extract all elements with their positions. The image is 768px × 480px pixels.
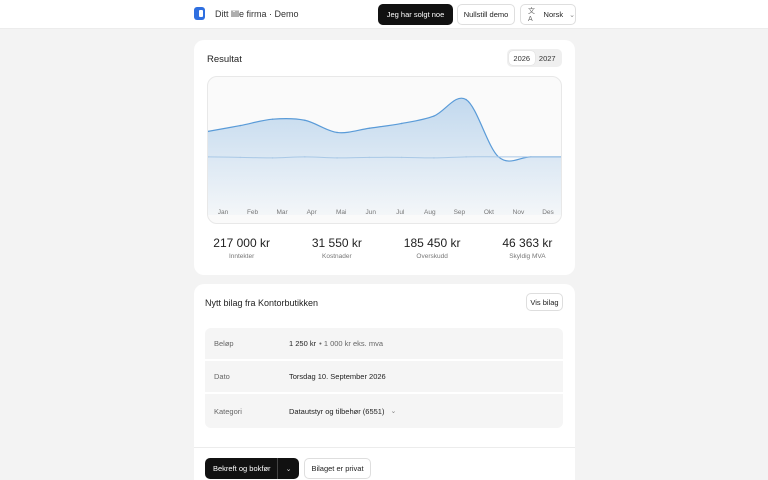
x-tick-label: Jan: [218, 209, 229, 216]
voucher-details: Beløp 1 250 kr • 1 000 kr eks. mva Dato …: [205, 328, 563, 428]
detail-value: 1 250 kr • 1 000 kr eks. mva: [289, 339, 383, 348]
result-card: Resultat 2026 2027 Jan Feb Mar Apr Mai Jun Jul…: [194, 40, 575, 275]
brand-title: Ditt lille firma · Demo: [215, 8, 299, 19]
result-title: Resultat: [207, 54, 242, 65]
view-voucher-button[interactable]: Vis bilag: [526, 293, 563, 311]
stat-label: Overskudd: [416, 253, 448, 260]
x-tick-label: Des: [542, 209, 554, 216]
category-value: Datautstyr og tilbehør (6551): [289, 406, 385, 416]
voucher-actions: Bekreft og bokfør ⌄ Bilaget er privat: [194, 447, 575, 479]
x-tick-label: Aug: [424, 209, 436, 216]
data-point: [368, 156, 371, 159]
data-point: [304, 119, 306, 122]
data-point: [271, 118, 274, 121]
stat-vat: 46 363 kr Skyldig MVA: [480, 236, 575, 260]
data-point: [400, 122, 403, 125]
x-tick-label: Sep: [454, 209, 466, 216]
x-tick-label: Mai: [336, 209, 346, 216]
detail-row-category: Kategori Datautstyr og tilbehør (6551) ⌄: [205, 394, 563, 428]
result-chart: Jan Feb Mar Apr Mai Jun Jul Aug Sep Okt Nov Des: [207, 76, 562, 224]
stat-income: 217 000 kr Inntekter: [194, 236, 289, 260]
reset-demo-button[interactable]: Nullstill demo: [457, 4, 515, 25]
brand[interactable]: Ditt lille firma · Demo: [194, 7, 299, 20]
date-value: Torsdag 10. September 2026: [289, 372, 386, 381]
data-point: [336, 131, 338, 134]
stat-value: 31 550 kr: [311, 236, 362, 250]
x-tick-label: Nov: [513, 209, 525, 216]
data-point: [433, 115, 435, 117]
data-point: [400, 156, 403, 159]
amount-value: 1 250 kr: [289, 339, 317, 348]
stat-value: 217 000 kr: [213, 236, 270, 250]
chevron-down-icon: ⌄: [569, 11, 575, 19]
year-option-2027[interactable]: 2027: [535, 51, 561, 65]
voucher-card: Nytt bilag fra Kontorbutikken Vis bilag …: [194, 284, 575, 480]
x-tick-label: Apr: [307, 209, 318, 216]
data-point: [465, 156, 467, 158]
detail-row-amount: Beløp 1 250 kr • 1 000 kr eks. mva: [205, 328, 563, 361]
x-tick-label: Jun: [365, 209, 376, 216]
year-toggle: 2026 2027: [507, 49, 562, 67]
detail-label: Beløp: [214, 339, 234, 348]
data-point: [336, 157, 338, 159]
data-point: [529, 156, 532, 158]
x-tick-label: Mar: [276, 209, 288, 216]
chevron-down-icon: ⌄: [390, 408, 397, 415]
data-point: [433, 157, 435, 159]
detail-label: Kategori: [214, 406, 242, 416]
sold-something-button[interactable]: Jeg har solgt noe: [378, 4, 453, 25]
data-point: [497, 156, 500, 158]
stat-value: 185 450 kr: [403, 236, 461, 250]
x-tick-label: Okt: [484, 209, 494, 216]
x-tick-label: Jul: [396, 209, 405, 216]
amount-ex-vat: • 1 000 kr eks. mva: [319, 339, 384, 348]
data-point: [239, 124, 242, 127]
data-point: [271, 157, 274, 159]
detail-label: Dato: [214, 372, 230, 381]
stat-label: Inntekter: [228, 253, 255, 260]
chevron-down-icon[interactable]: ⌄: [277, 458, 299, 479]
result-chart-svg: Jan Feb Mar Apr Mai Jun Jul Aug Sep Okt Nov Des: [208, 97, 561, 216]
data-point: [239, 156, 242, 159]
stat-value: 46 363 kr: [502, 236, 553, 250]
stat-profit: 185 450 kr Overskudd: [385, 236, 480, 260]
stat-costs: 31 550 kr Kostnader: [289, 236, 384, 260]
voucher-private-button[interactable]: Bilaget er privat: [304, 458, 371, 479]
category-select[interactable]: Datautstyr og tilbehør (6551) ⌄: [289, 407, 396, 416]
translate-icon: 文A: [528, 8, 535, 23]
data-point: [304, 156, 306, 158]
stat-label: Kostnader: [322, 253, 352, 260]
voucher-title: Nytt bilag fra Kontorbutikken: [205, 298, 319, 308]
language-label: Norsk: [543, 10, 564, 19]
detail-row-date: Dato Torsdag 10. September 2026: [205, 361, 563, 394]
confirm-and-post-button[interactable]: Bekreft og bokfør ⌄: [205, 458, 299, 479]
app-logo-icon: [194, 7, 205, 20]
top-bar: Ditt lille firma · Demo Jeg har solgt no…: [0, 0, 768, 29]
year-option-2026[interactable]: 2026: [509, 51, 535, 65]
language-select[interactable]: 文A Norsk ⌄: [520, 4, 576, 25]
stat-label: Skyldig MVA: [509, 253, 546, 260]
data-point: [465, 98, 467, 101]
data-point: [368, 127, 371, 130]
stats-row: 217 000 kr Inntekter 31 550 kr Kostnader…: [194, 236, 575, 260]
x-tick-label: Feb: [247, 209, 259, 216]
confirm-label: Bekreft og bokfør: [213, 464, 271, 473]
